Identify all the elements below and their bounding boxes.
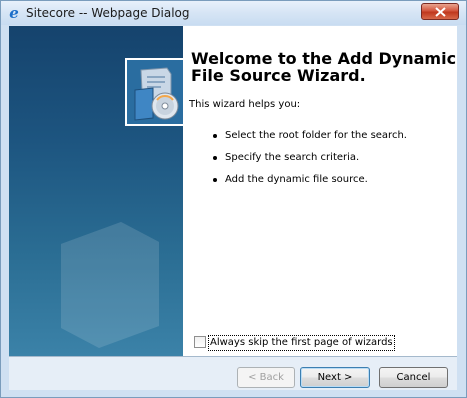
ie-icon: e	[9, 4, 19, 22]
list-item: Specify the search criteria.	[213, 151, 407, 173]
wizard-sidebar	[9, 26, 183, 356]
bullet-icon	[213, 134, 217, 138]
feature-list: Select the root folder for the search. S…	[213, 129, 407, 195]
window-title: Sitecore -- Webpage Dialog	[26, 6, 190, 20]
cancel-button[interactable]: Cancel	[379, 367, 448, 388]
next-button[interactable]: Next >	[300, 367, 370, 388]
bullet-icon	[213, 156, 217, 160]
intro-text: This wizard helps you:	[189, 99, 301, 110]
list-item: Select the root folder for the search.	[213, 129, 407, 151]
back-button[interactable]: < Back	[237, 367, 295, 388]
window-frame-right	[457, 26, 466, 390]
dialog-window: e Sitecore -- Webpage Dialog Welcome to …	[0, 0, 467, 398]
list-item: Add the dynamic file source.	[213, 173, 407, 195]
wizard-content: Welcome to the Add Dynamic File Source W…	[183, 26, 457, 356]
list-item-text: Specify the search criteria.	[225, 152, 360, 163]
list-item-text: Select the root folder for the search.	[225, 130, 407, 141]
file-cd-wizard-icon	[125, 58, 183, 126]
close-button[interactable]	[421, 3, 459, 20]
skip-checkbox-label[interactable]: Always skip the first page of wizards	[208, 335, 395, 351]
list-item-text: Add the dynamic file source.	[225, 174, 368, 185]
title-bar[interactable]: e Sitecore -- Webpage Dialog	[1, 1, 466, 25]
close-icon	[435, 7, 446, 17]
wizard-heading: Welcome to the Add Dynamic File Source W…	[191, 49, 457, 85]
window-frame-bottom	[1, 390, 466, 397]
wizard-footer: < Back Next > Cancel	[9, 357, 457, 390]
bullet-icon	[213, 178, 217, 182]
skip-checkbox[interactable]	[194, 336, 206, 348]
